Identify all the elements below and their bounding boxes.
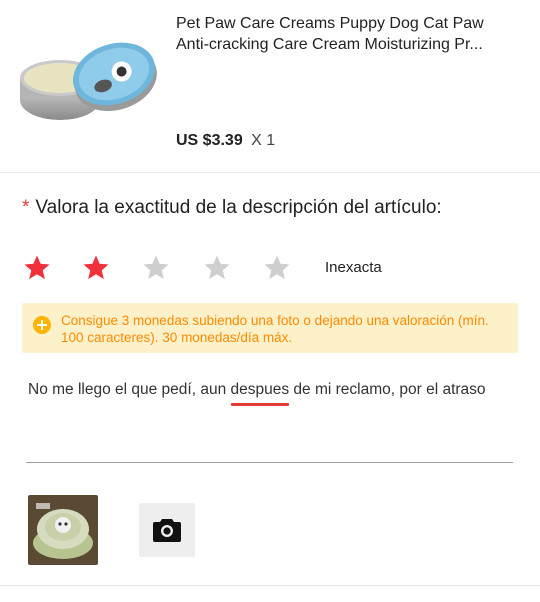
required-mark: * [22, 197, 30, 218]
review-field-underline [26, 462, 513, 463]
coins-notice: Consigue 3 monedas subiendo una foto o d… [22, 303, 518, 353]
product-price: US $3.39 [176, 132, 243, 149]
bottom-divider [0, 585, 540, 586]
uploaded-photo-thumbnail[interactable] [28, 495, 98, 565]
star-1-icon[interactable] [22, 253, 52, 283]
star-2-icon[interactable] [81, 253, 111, 283]
star-3-icon[interactable] [141, 253, 171, 283]
product-title-line1: Pet Paw Care Creams Puppy Dog Cat Paw [176, 15, 484, 32]
coins-notice-text: Consigue 3 monedas subiendo una foto o d… [61, 313, 489, 345]
review-text-end: de mi reclamo, por el atraso [289, 381, 486, 398]
add-photo-button[interactable] [139, 503, 195, 557]
product-summary: Pet Paw Care Creams Puppy Dog Cat Paw An… [0, 0, 540, 173]
coin-plus-icon [33, 316, 51, 334]
price-row: US $3.39 X 1 [176, 132, 275, 150]
rating-question-text: Valora la exactitud de la descripción de… [35, 197, 442, 218]
product-title[interactable]: Pet Paw Care Creams Puppy Dog Cat Paw An… [176, 13, 526, 55]
rating-label: Inexacta [325, 259, 382, 276]
camera-icon [153, 519, 181, 542]
product-quantity: X 1 [251, 132, 276, 149]
product-title-line2: Anti-cracking Care Cream Moisturizing Pr… [176, 36, 483, 53]
rating-question: * Valora la exactitud de la descripción d… [22, 197, 442, 219]
product-image [20, 42, 157, 120]
review-text-field[interactable]: No me llego el que pedí, aun despues de … [28, 381, 518, 399]
star-4-icon[interactable] [202, 253, 232, 283]
star-5-icon[interactable] [262, 253, 292, 283]
misspelled-word[interactable]: despues [231, 381, 290, 398]
review-text-start: No me llego el que pedí, aun [28, 381, 231, 398]
